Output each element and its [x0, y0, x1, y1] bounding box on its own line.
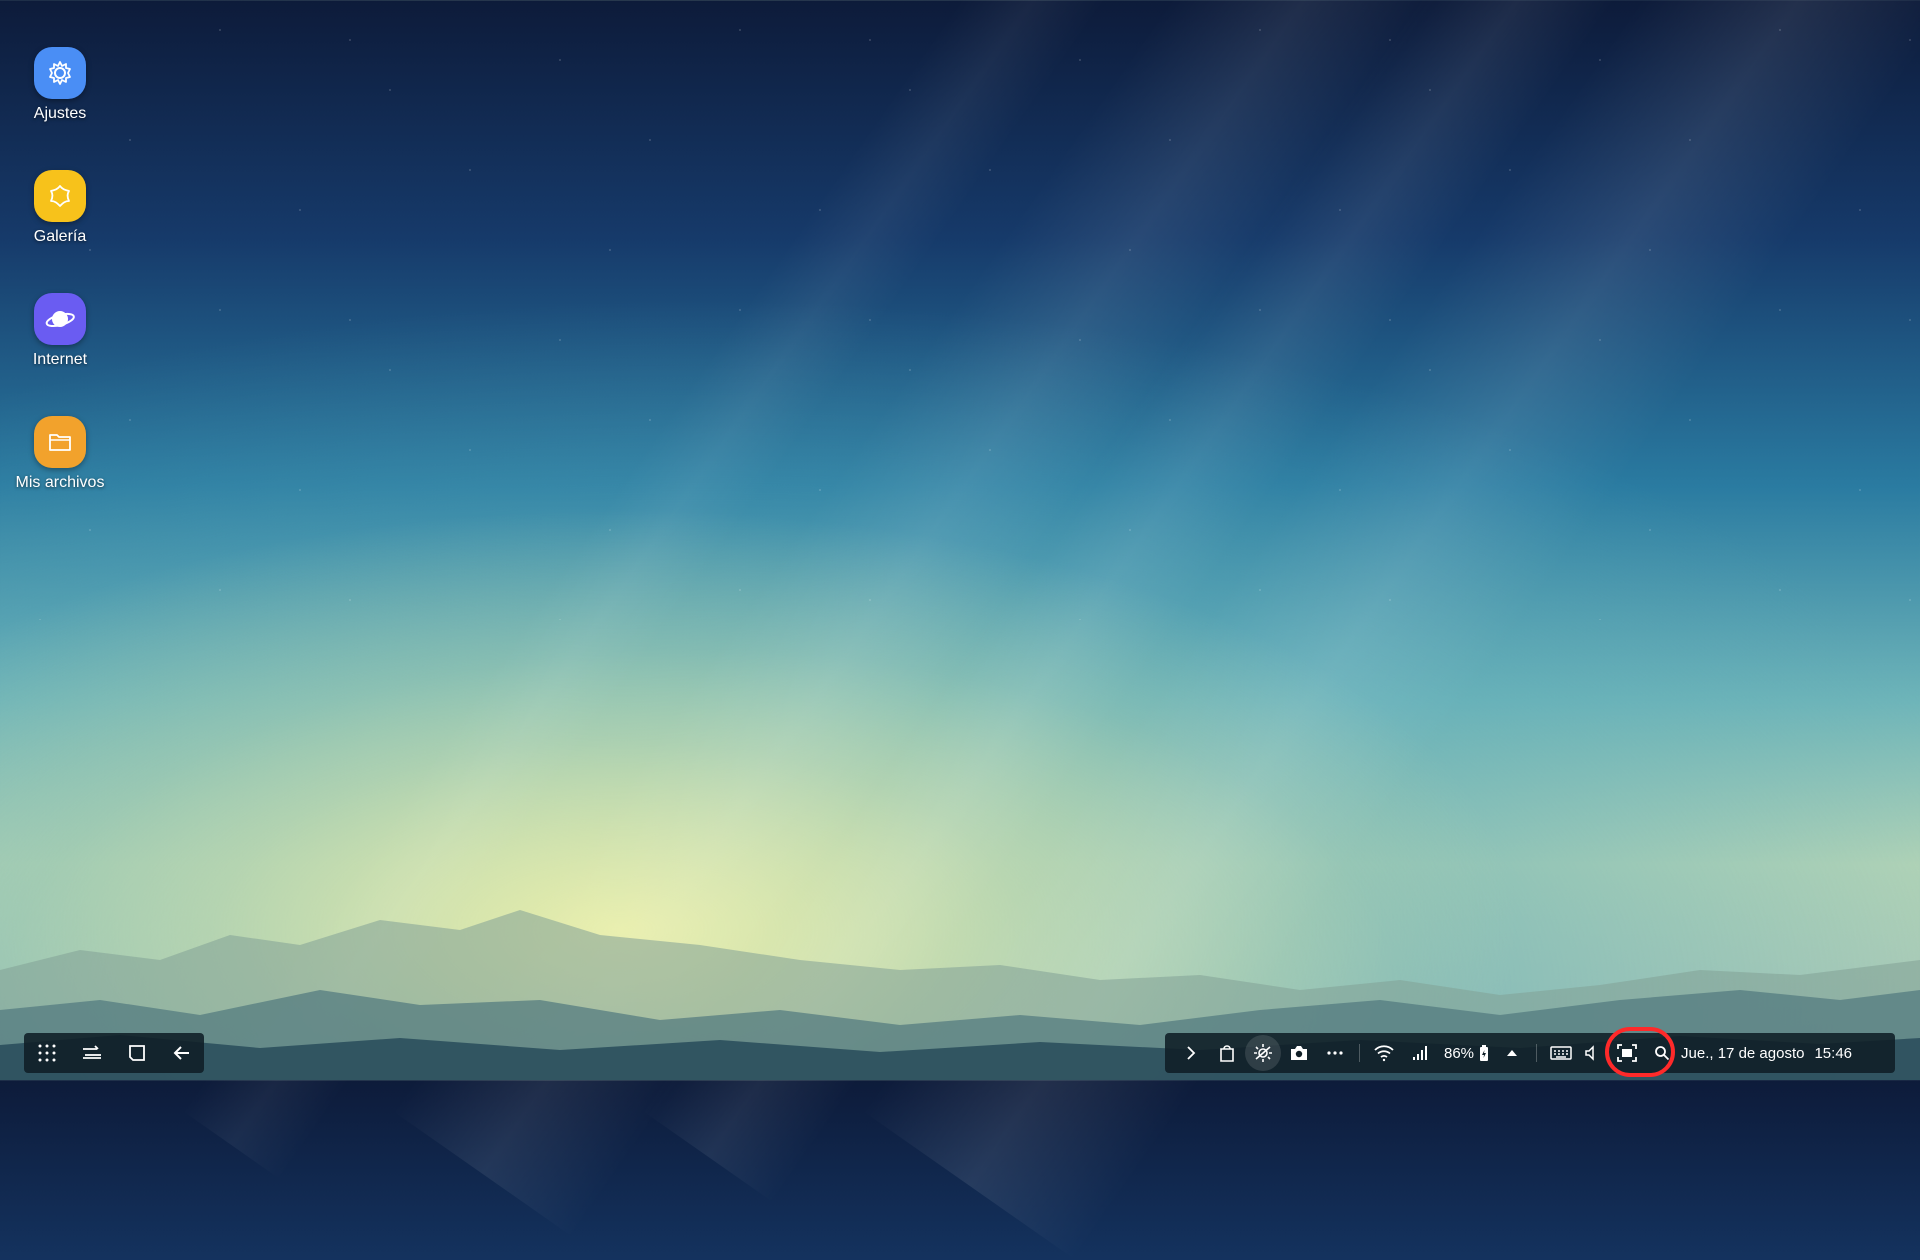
- expand-taskbar-button[interactable]: [1173, 1035, 1209, 1071]
- screen-capture-icon: [1617, 1044, 1637, 1062]
- taskbar-divider: [1359, 1044, 1360, 1062]
- store-bag-icon: [1220, 1045, 1234, 1062]
- home-icon: [128, 1045, 145, 1061]
- notifications-button[interactable]: [1494, 1035, 1530, 1071]
- taskbar-status: 86% Jue., 17 de agosto 15:46: [1165, 1033, 1895, 1073]
- battery-icon: [1474, 1035, 1494, 1071]
- signal-button[interactable]: [1402, 1035, 1438, 1071]
- wifi-icon: [1374, 1045, 1394, 1062]
- more-options-button[interactable]: [1317, 1035, 1353, 1071]
- camera-icon: [1291, 1046, 1307, 1060]
- taskbar-divider: [1536, 1044, 1538, 1062]
- battery-percent: 86%: [1444, 1044, 1475, 1062]
- store-button[interactable]: [1209, 1035, 1245, 1071]
- taskbar-date[interactable]: Jue., 17 de agosto: [1681, 1045, 1804, 1062]
- apps-grid-icon: [38, 1044, 55, 1062]
- wifi-button[interactable]: [1366, 1035, 1402, 1071]
- wallpaper-stars: [0, 0, 1920, 620]
- taskbar-clock[interactable]: 15:46: [1814, 1045, 1852, 1062]
- desktop-icon-ajustes[interactable]: Ajustes: [0, 47, 120, 123]
- expand-chevron-icon: [1187, 1046, 1196, 1060]
- signal-icon: [1413, 1046, 1427, 1060]
- taskbar-navigation: [24, 1033, 204, 1073]
- more-dots-icon: [1327, 1051, 1343, 1055]
- camera-button[interactable]: [1281, 1035, 1317, 1071]
- home-button[interactable]: [119, 1035, 155, 1071]
- folder-icon: [34, 416, 86, 468]
- back-arrow-icon: [173, 1046, 189, 1060]
- keyboard-button[interactable]: [1543, 1035, 1579, 1071]
- keyboard-icon: [1550, 1046, 1572, 1060]
- desktop-icon-internet[interactable]: Internet: [0, 293, 120, 369]
- desktop-icon-label: Internet: [32, 351, 88, 368]
- desktop-icon-label: Ajustes: [33, 105, 87, 122]
- desktop-icon-galeria[interactable]: Galería: [0, 170, 120, 246]
- back-button[interactable]: [164, 1035, 200, 1071]
- volume-icon: [1585, 1045, 1594, 1061]
- desktop-icon-label: Galería: [33, 228, 87, 245]
- desktop-icon-mis-archivos[interactable]: Mis archivos: [0, 416, 120, 492]
- apps-grid-button[interactable]: [29, 1035, 65, 1071]
- wallpaper-streak: [642, 0, 1692, 1203]
- recent-apps-icon: [82, 1045, 101, 1059]
- planet-icon: [34, 293, 86, 345]
- gear-icon: [34, 47, 86, 99]
- wallpaper-streak: [182, 0, 1199, 1180]
- caret-up-icon: [1507, 1050, 1518, 1056]
- desktop-icon-label: Mis archivos: [15, 474, 105, 491]
- volume-button[interactable]: [1579, 1035, 1605, 1071]
- do-not-disturb-icon: [1254, 1044, 1272, 1062]
- screen-capture-button[interactable]: [1605, 1035, 1649, 1071]
- do-not-disturb-button[interactable]: [1245, 1035, 1281, 1071]
- flower-icon: [34, 170, 86, 222]
- search-icon: [1655, 1046, 1670, 1061]
- recent-apps-button[interactable]: [74, 1035, 110, 1071]
- search-button[interactable]: [1649, 1035, 1675, 1071]
